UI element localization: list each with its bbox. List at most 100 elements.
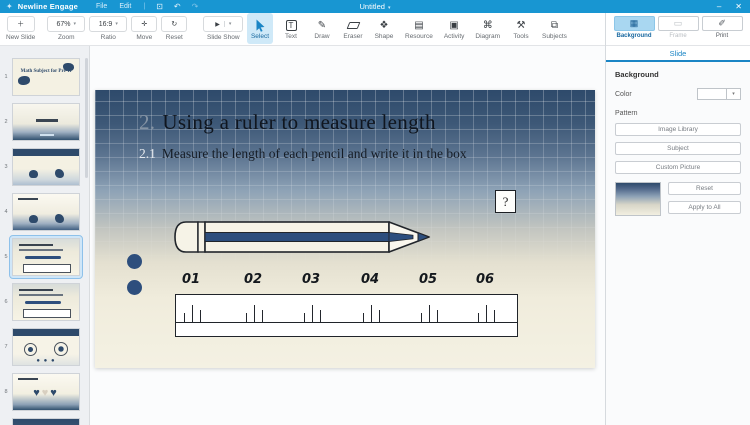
- thumb-deco-line1: [19, 244, 53, 247]
- slide-surface[interactable]: 2.Using a ruler to measure length 2.1Mea…: [95, 90, 595, 368]
- ruler-tick: [379, 310, 380, 322]
- thumb-deco-blobL: [18, 76, 30, 85]
- apply-to-all-button[interactable]: Apply to All: [668, 201, 741, 214]
- bullet-dot[interactable]: [127, 280, 142, 295]
- slide-thumbnail-8[interactable]: 8♥♥♥: [0, 369, 89, 414]
- thumb-deco-line1: [19, 289, 53, 292]
- thumbnail-frame: [10, 146, 82, 188]
- thumbnail-preview[interactable]: ● ● ●: [12, 328, 80, 366]
- color-swatch[interactable]: [697, 88, 727, 100]
- thumbnail-preview[interactable]: [12, 418, 80, 425]
- tool-resource[interactable]: ▤Resource: [402, 13, 436, 44]
- thumbnail-frame: [10, 281, 82, 323]
- tool-activity[interactable]: ▣Activity: [441, 13, 468, 44]
- tool-select[interactable]: Select: [247, 13, 273, 44]
- thumbnail-preview[interactable]: [12, 283, 80, 321]
- thumbnail-preview[interactable]: [12, 193, 80, 231]
- slide-thumbnail-1[interactable]: 1Math Subject for Pre-K: [0, 54, 89, 99]
- play-icon[interactable]: ▶: [211, 21, 224, 28]
- thumbnail-frame: ♥♥♥: [10, 371, 82, 413]
- thumb-deco-circA: [24, 343, 37, 356]
- slide-thumbnail-6[interactable]: 6: [0, 279, 89, 324]
- custom-picture-button[interactable]: Custom Picture: [615, 161, 741, 174]
- subject-button[interactable]: Subject: [615, 142, 741, 155]
- panel-tab-background[interactable]: ▦Background: [614, 16, 655, 45]
- slide-thumbnail-7[interactable]: 7● ● ●: [0, 324, 89, 369]
- ruler-tick: [494, 310, 495, 322]
- activity-icon: ▣: [449, 19, 458, 32]
- close-button[interactable]: ✕: [735, 2, 742, 11]
- app-logo-icon: ✦: [6, 2, 13, 11]
- thumbnail-frame: Math Subject for Pre-K: [10, 56, 82, 98]
- thumb-deco-rbox: [23, 309, 71, 318]
- zoom-dropdown[interactable]: 67%▾: [47, 16, 85, 32]
- sidebar-scrollbar[interactable]: [85, 58, 88, 178]
- reset-icon: ↻: [171, 20, 177, 28]
- move-label: Move: [136, 34, 152, 41]
- app-name: Newline Engage: [18, 2, 78, 11]
- tool-diagram[interactable]: ⌘Diagram: [472, 13, 503, 44]
- thumb-deco-dotB: [55, 169, 64, 178]
- answer-box[interactable]: ?: [495, 190, 516, 213]
- tool-draw[interactable]: ✎Draw: [309, 13, 335, 44]
- tool-shape[interactable]: ❖Shape: [371, 13, 397, 44]
- thumbnail-preview[interactable]: [12, 148, 80, 186]
- image-library-button[interactable]: Image Library: [615, 123, 741, 136]
- background-preview[interactable]: [615, 182, 661, 216]
- minimize-button[interactable]: –: [717, 2, 721, 11]
- tool-eraser[interactable]: Eraser: [340, 13, 366, 44]
- slide-subtitle[interactable]: 2.1Measure the length of each pencil and…: [139, 146, 467, 162]
- slide-thumbnail-9[interactable]: 9: [0, 414, 89, 425]
- panel-tab-label-frame: Frame: [669, 33, 686, 39]
- reset-background-button[interactable]: Reset: [668, 182, 741, 195]
- slide-thumbnail-3[interactable]: 3: [0, 144, 89, 189]
- pencil-graphic[interactable]: [171, 220, 433, 254]
- menu-file[interactable]: File: [96, 3, 107, 10]
- chevron-down-icon: ▾: [732, 91, 735, 97]
- ruler-tick: [192, 305, 193, 322]
- thumb-deco-line2: [19, 249, 63, 251]
- chevron-down-icon[interactable]: ▾: [224, 21, 236, 27]
- undo-icon[interactable]: ↶: [174, 2, 181, 11]
- thumbnail-preview[interactable]: [12, 238, 80, 276]
- tool-tools[interactable]: ⚒Tools: [508, 13, 534, 44]
- slide-subtitle-number: 2.1: [139, 146, 156, 161]
- slide-thumbnail-4[interactable]: 4: [0, 189, 89, 234]
- color-dropdown[interactable]: ▾: [727, 88, 741, 100]
- thumbnail-preview[interactable]: [12, 103, 80, 141]
- thumb-deco-pbar: [25, 256, 61, 260]
- reset-label: Reset: [166, 34, 183, 41]
- right-panel: ▦Background▭Frame✐Print Slide Background…: [605, 13, 750, 425]
- redo-icon[interactable]: ↷: [192, 2, 199, 11]
- new-slide-button[interactable]: ＋: [7, 16, 35, 32]
- ratio-dropdown[interactable]: 16:9▾: [89, 16, 127, 32]
- editing-canvas[interactable]: 2.Using a ruler to measure length 2.1Mea…: [90, 46, 605, 425]
- bullet-dot[interactable]: [127, 254, 142, 269]
- thumb-deco-pbar: [25, 301, 61, 305]
- panel-tab-frame[interactable]: ▭Frame: [658, 16, 699, 45]
- slide-show-button[interactable]: ▶ ▾: [203, 16, 243, 32]
- ruler-graphic[interactable]: [175, 294, 518, 337]
- move-button[interactable]: ✛: [131, 16, 157, 32]
- thumbnail-preview[interactable]: ♥♥♥: [12, 373, 80, 411]
- save-icon[interactable]: ⊡: [156, 2, 163, 11]
- diagram-icon: ⌘: [483, 19, 493, 32]
- tab-slide[interactable]: Slide: [606, 46, 750, 62]
- tool-subjects[interactable]: ⧉Subjects: [539, 13, 570, 44]
- tool-label-tools: Tools: [513, 33, 528, 40]
- document-title-dropdown[interactable]: Untitled▾: [0, 2, 750, 11]
- ruler-number-06: 06: [471, 272, 499, 287]
- tool-text[interactable]: TText: [278, 13, 304, 44]
- ratio-value: 16:9: [99, 21, 113, 28]
- new-slide-label: New Slide: [6, 34, 35, 41]
- chevron-down-icon: ▾: [388, 5, 391, 11]
- reset-button[interactable]: ↻: [161, 16, 187, 32]
- panel-tab-print[interactable]: ✐Print: [702, 16, 743, 45]
- menu-edit[interactable]: Edit: [119, 3, 131, 10]
- thumbnail-preview[interactable]: Math Subject for Pre-K: [12, 58, 80, 96]
- slide-title[interactable]: 2.Using a ruler to measure length: [139, 110, 436, 135]
- panel-tab-label-print: Print: [716, 33, 728, 39]
- slide-thumbnail-5[interactable]: 5: [0, 234, 89, 279]
- slide-thumbnail-2[interactable]: 2: [0, 99, 89, 144]
- color-label: Color: [615, 91, 632, 98]
